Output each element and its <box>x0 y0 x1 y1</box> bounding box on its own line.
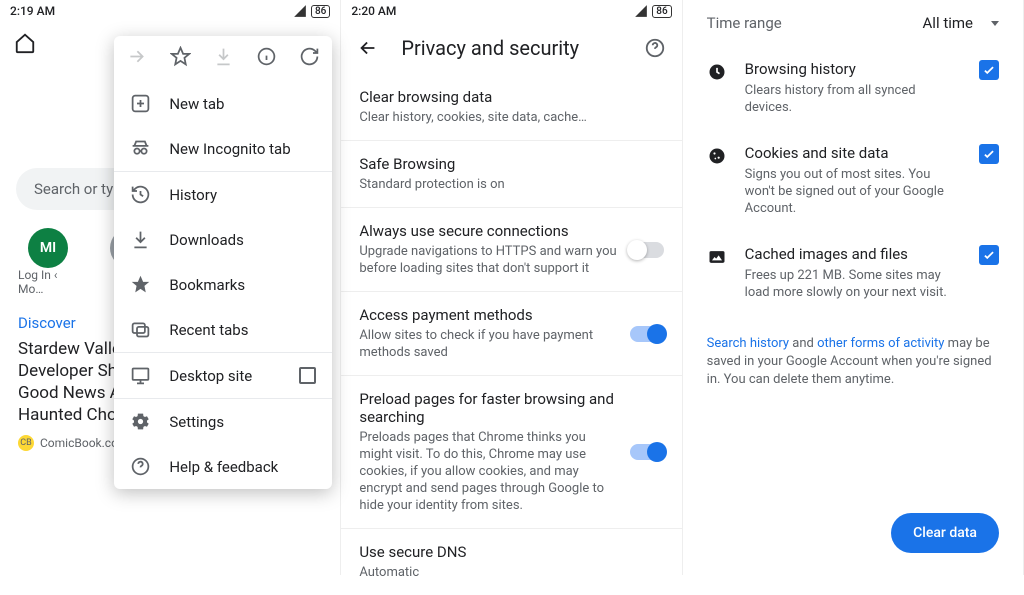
history-icon <box>707 62 727 82</box>
setting-payment-methods[interactable]: Access payment methodsAllow sites to che… <box>341 292 681 376</box>
checkbox-checked[interactable] <box>979 245 999 265</box>
toggle-switch[interactable] <box>630 444 664 460</box>
menu-settings[interactable]: Settings <box>114 399 332 444</box>
image-icon <box>707 247 727 267</box>
clear-data-button[interactable]: Clear data <box>891 513 999 553</box>
setting-clear-browsing-data[interactable]: Clear browsing dataClear history, cookie… <box>341 74 681 141</box>
setting-safe-browsing[interactable]: Safe BrowsingStandard protection is on <box>341 141 681 208</box>
menu-incognito[interactable]: New Incognito tab <box>114 126 332 171</box>
cbd-cached-images[interactable]: Cached images and filesFrees up 221 MB. … <box>683 231 1023 315</box>
time-range-selector[interactable]: Time range All time <box>683 0 1023 46</box>
battery-indicator: 86 <box>311 5 330 18</box>
menu-desktop-site[interactable]: Desktop site <box>114 353 332 398</box>
download-icon[interactable] <box>213 46 234 67</box>
info-icon[interactable] <box>256 46 277 67</box>
toggle-switch[interactable] <box>630 242 664 258</box>
checkbox-checked[interactable] <box>979 60 999 80</box>
help-icon[interactable] <box>644 37 666 59</box>
forward-icon <box>126 46 147 67</box>
menu-bookmarks[interactable]: Bookmarks <box>114 262 332 307</box>
toggle-switch[interactable] <box>630 326 664 342</box>
status-bar: 2:19 AM 86 <box>0 0 340 22</box>
source-favicon: CB <box>18 435 34 451</box>
tile-label: Log In ‹ Mo… <box>18 268 78 296</box>
setting-secure-dns[interactable]: Use secure DNSAutomatic <box>341 529 681 595</box>
back-icon[interactable] <box>357 37 379 59</box>
checkbox-checked[interactable] <box>979 144 999 164</box>
cbd-browsing-history[interactable]: Browsing historyClears history from all … <box>683 46 1023 130</box>
signal-icon <box>293 4 307 18</box>
checkbox-icon[interactable] <box>299 367 316 384</box>
status-time: 2:20 AM <box>351 4 396 18</box>
home-icon[interactable] <box>14 32 36 54</box>
search-history-link[interactable]: Search history <box>707 336 789 351</box>
shortcut-tile[interactable]: MI Log In ‹ Mo… <box>18 228 78 296</box>
signal-icon <box>634 4 648 18</box>
page-title: Privacy and security <box>401 36 621 60</box>
cbd-cookies[interactable]: Cookies and site dataSigns you out of mo… <box>683 130 1023 231</box>
setting-preload-pages[interactable]: Preload pages for faster browsing and se… <box>341 376 681 529</box>
dropdown-icon <box>991 21 999 26</box>
battery-indicator: 86 <box>652 5 671 18</box>
info-text: Search history and other forms of activi… <box>683 335 1023 389</box>
overflow-menu: New tab New Incognito tab History Downlo… <box>114 36 332 489</box>
menu-history[interactable]: History <box>114 172 332 217</box>
menu-recent-tabs[interactable]: Recent tabs <box>114 307 332 352</box>
cookie-icon <box>707 146 727 166</box>
menu-new-tab[interactable]: New tab <box>114 81 332 126</box>
star-icon[interactable] <box>170 46 191 67</box>
menu-help[interactable]: Help & feedback <box>114 444 332 489</box>
status-time: 2:19 AM <box>10 4 55 18</box>
other-activity-link[interactable]: other forms of activity <box>817 336 944 351</box>
status-bar: 2:20 AM 86 <box>341 0 681 22</box>
menu-downloads[interactable]: Downloads <box>114 217 332 262</box>
time-range-label: Time range <box>707 14 782 32</box>
refresh-icon[interactable] <box>299 46 320 67</box>
setting-secure-connections[interactable]: Always use secure connectionsUpgrade nav… <box>341 208 681 292</box>
